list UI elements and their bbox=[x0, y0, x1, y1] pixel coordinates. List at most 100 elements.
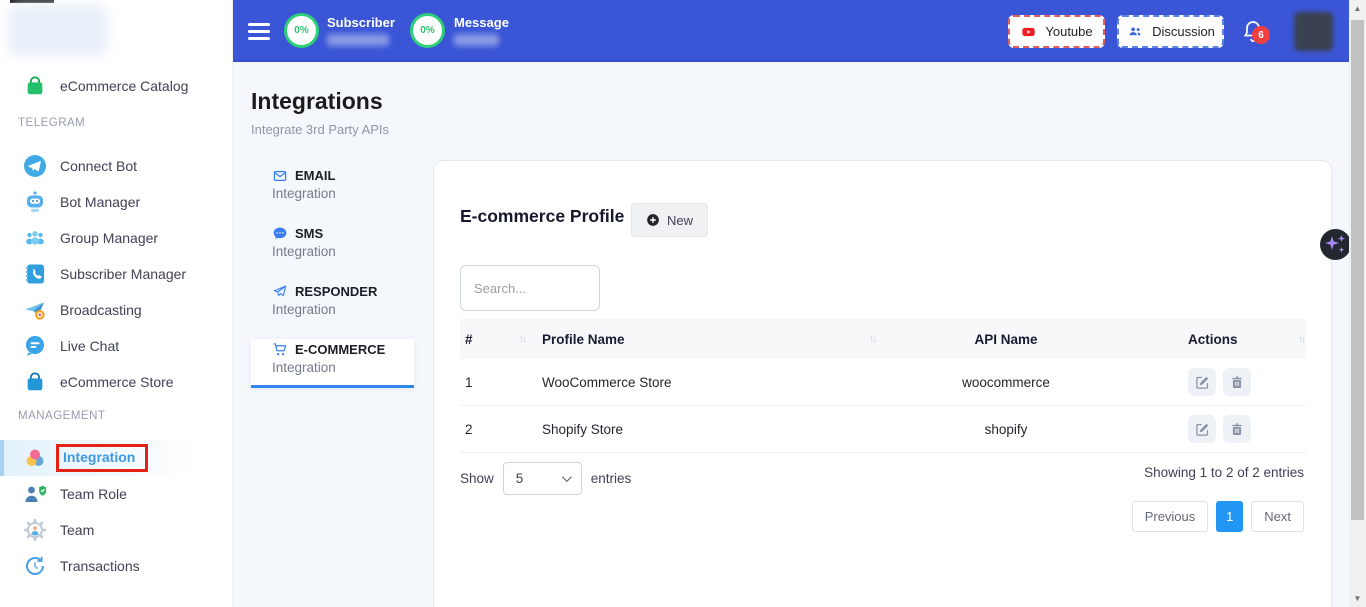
telegram-icon bbox=[23, 154, 47, 178]
sidebar-item-bot-manager[interactable]: Bot Manager bbox=[0, 184, 233, 220]
sort-icon[interactable]: ↑↓ bbox=[519, 334, 525, 345]
message-count-redacted bbox=[454, 34, 499, 46]
sort-icon[interactable]: ↑↓ bbox=[869, 334, 875, 345]
sidebar-item-ecommerce-catalog[interactable]: eCommerce Catalog bbox=[0, 68, 233, 104]
search-input[interactable] bbox=[460, 265, 600, 311]
profiles-table: #↑↓ Profile Name↑↓ API Name Actions↑↓ 1 … bbox=[460, 319, 1306, 453]
new-profile-button[interactable]: New bbox=[631, 203, 708, 237]
previous-page-button[interactable]: Previous bbox=[1132, 501, 1209, 532]
tab-email-integration[interactable]: EMAIL Integration bbox=[251, 165, 414, 211]
history-clock-icon bbox=[23, 554, 47, 578]
scroll-up-arrow[interactable]: ▲ bbox=[1349, 4, 1366, 13]
app-logo[interactable] bbox=[8, 4, 108, 56]
send-plane-icon bbox=[272, 284, 288, 299]
sparkle-icon bbox=[1339, 247, 1345, 253]
annotation-highlight: Integration bbox=[56, 444, 148, 472]
sidebar-group-telegram: Connect Bot Bot Manager Group Manager Su… bbox=[0, 148, 233, 400]
scrollbar-thumb[interactable] bbox=[1351, 20, 1364, 520]
tab-sms-integration[interactable]: SMS Integration bbox=[251, 223, 414, 269]
column-header-profile-name[interactable]: Profile Name↑↓ bbox=[531, 332, 881, 347]
sidebar-item-team[interactable]: Team bbox=[0, 512, 233, 548]
discussion-button[interactable]: Discussion bbox=[1117, 15, 1224, 48]
notification-count-badge: 6 bbox=[1252, 26, 1270, 44]
current-page-button[interactable]: 1 bbox=[1216, 501, 1243, 532]
users-icon bbox=[1126, 24, 1144, 39]
actions-cell bbox=[1131, 415, 1306, 443]
tab-title: E-COMMERCE bbox=[295, 342, 385, 357]
showing-entries-text: Showing 1 to 2 of 2 entries bbox=[1144, 465, 1304, 480]
message-progress-value: 0% bbox=[420, 25, 434, 36]
message-progress-gauge: 0% bbox=[410, 13, 445, 48]
shopping-bag-icon bbox=[23, 74, 47, 98]
sidebar-item-subscriber-manager[interactable]: Subscriber Manager bbox=[0, 256, 233, 292]
subscriber-count-redacted bbox=[327, 34, 389, 46]
sidebar-item-label: Connect Bot bbox=[60, 158, 137, 174]
store-bag-icon bbox=[23, 370, 47, 394]
tab-title: SMS bbox=[295, 226, 323, 241]
sidebar-item-label: Integration bbox=[63, 449, 135, 465]
table-row: 1 WooCommerce Store woocommerce bbox=[460, 359, 1306, 406]
users-group-icon bbox=[23, 226, 47, 250]
sms-bubble-icon bbox=[272, 226, 288, 241]
next-page-button[interactable]: Next bbox=[1251, 501, 1304, 532]
chevron-down-icon bbox=[562, 472, 572, 482]
youtube-button[interactable]: Youtube bbox=[1008, 15, 1105, 48]
section-label-management: MANAGEMENT bbox=[18, 410, 105, 422]
column-header-num[interactable]: #↑↓ bbox=[460, 332, 531, 347]
gear-person-icon bbox=[23, 518, 47, 542]
tab-ecommerce-integration[interactable]: E-COMMERCE Integration bbox=[251, 339, 414, 388]
sidebar-item-connect-bot[interactable]: Connect Bot bbox=[0, 148, 233, 184]
show-label: Show bbox=[460, 471, 494, 486]
api-name-cell: shopify bbox=[881, 422, 1131, 437]
edit-button[interactable] bbox=[1188, 368, 1216, 396]
sidebar-item-label: Subscriber Manager bbox=[60, 266, 186, 282]
sidebar-item-team-role[interactable]: Team Role bbox=[0, 476, 233, 512]
subscriber-progress-value: 0% bbox=[294, 25, 308, 36]
edit-button[interactable] bbox=[1188, 415, 1216, 443]
sparkle-icon bbox=[1338, 235, 1345, 242]
api-name-cell: woocommerce bbox=[881, 375, 1131, 390]
scroll-down-arrow[interactable]: ▼ bbox=[1349, 594, 1366, 603]
sidebar-item-label: Broadcasting bbox=[60, 302, 142, 318]
ai-assistant-button[interactable] bbox=[1320, 229, 1351, 260]
column-header-actions[interactable]: Actions↑↓ bbox=[1131, 332, 1306, 347]
tab-subtitle: Integration bbox=[272, 302, 414, 317]
table-row: 2 Shopify Store shopify bbox=[460, 406, 1306, 453]
delete-button[interactable] bbox=[1223, 415, 1251, 443]
sidebar-item-label: Live Chat bbox=[60, 338, 119, 354]
sparkle-icon bbox=[1325, 236, 1339, 250]
tab-title: EMAIL bbox=[295, 168, 335, 183]
page-size-control: Show 5 entries bbox=[460, 462, 631, 495]
subscriber-gauge-label: Subscriber bbox=[327, 15, 395, 30]
sidebar-item-ecommerce-store[interactable]: eCommerce Store bbox=[0, 364, 233, 400]
sort-icon[interactable]: ↑↓ bbox=[1298, 334, 1304, 345]
user-avatar[interactable] bbox=[1294, 12, 1333, 51]
top-header-bar: 0% Subscriber 0% Message Youtube Discuss… bbox=[233, 0, 1349, 62]
page-size-select[interactable]: 5 bbox=[503, 462, 582, 495]
sidebar-item-live-chat[interactable]: Live Chat bbox=[0, 328, 233, 364]
vertical-scrollbar[interactable]: ▲ ▼ bbox=[1349, 0, 1366, 607]
discussion-button-label: Discussion bbox=[1152, 24, 1215, 39]
column-header-api-name[interactable]: API Name bbox=[881, 332, 1131, 347]
row-number: 1 bbox=[460, 375, 531, 390]
sidebar-item-label: Bot Manager bbox=[60, 194, 140, 210]
person-shield-icon bbox=[23, 482, 47, 506]
sidebar-item-label: Team Role bbox=[60, 486, 127, 502]
hamburger-menu-icon[interactable] bbox=[248, 23, 270, 44]
robot-icon bbox=[23, 190, 47, 214]
panel-heading: E-commerce Profile bbox=[460, 206, 624, 227]
page-size-value: 5 bbox=[516, 471, 524, 486]
youtube-button-label: Youtube bbox=[1045, 24, 1092, 39]
tab-responder-integration[interactable]: RESPONDER Integration bbox=[251, 281, 414, 327]
sidebar-item-group-manager[interactable]: Group Manager bbox=[0, 220, 233, 256]
sidebar-item-label: eCommerce Catalog bbox=[60, 78, 188, 94]
pagination: Previous 1 Next bbox=[1132, 501, 1304, 532]
sidebar-item-integration[interactable]: Integration bbox=[0, 440, 233, 476]
sidebar-item-transactions[interactable]: Transactions bbox=[0, 548, 233, 584]
delete-button[interactable] bbox=[1223, 368, 1251, 396]
sidebar-item-broadcasting[interactable]: Broadcasting bbox=[0, 292, 233, 328]
section-label-telegram: TELEGRAM bbox=[18, 117, 85, 129]
contact-book-icon bbox=[23, 262, 47, 286]
tab-title: RESPONDER bbox=[295, 284, 377, 299]
table-header-row: #↑↓ Profile Name↑↓ API Name Actions↑↓ bbox=[460, 319, 1306, 359]
